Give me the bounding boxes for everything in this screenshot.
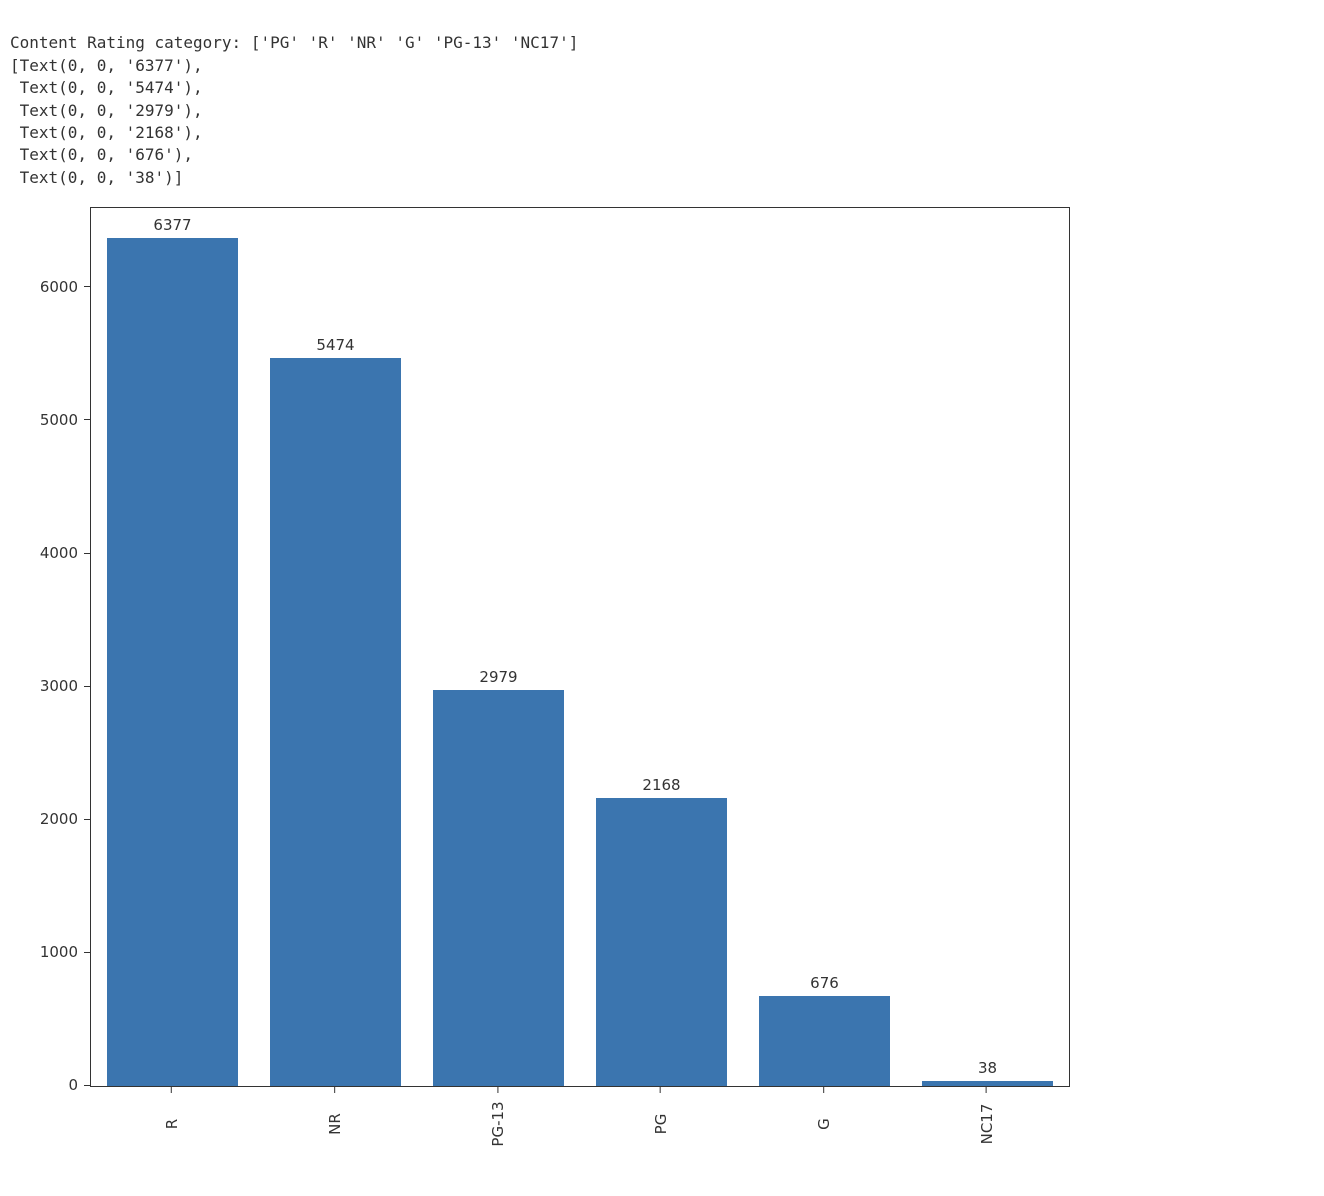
code-output-line: Text(0, 0, '2168'), (10, 123, 203, 142)
x-tick-mark (986, 1087, 987, 1093)
y-tick: 5000 (40, 411, 90, 429)
y-axis: 0100020003000400050006000 (20, 207, 90, 1087)
plot-area: 6377 5474 2979 2168 676 38 (90, 207, 1070, 1087)
bar-value-label: 38 (978, 1059, 997, 1077)
y-tick-label: 0 (68, 1076, 80, 1094)
y-tick-label: 1000 (40, 943, 80, 961)
y-tick: 1000 (40, 943, 90, 961)
x-tick-label: G (815, 1118, 833, 1130)
x-tick-mark (334, 1087, 335, 1093)
y-tick-label: 5000 (40, 411, 80, 429)
bar (759, 996, 889, 1086)
x-tick-mark (497, 1087, 498, 1093)
x-tick: PG (650, 1087, 671, 1133)
x-tick: NC17 (966, 1087, 1007, 1133)
bar-chart: 0 1000 2000 3000 4000 5000 6000 6377 5474 2979 21… (20, 197, 1080, 1157)
y-tick-label: 3000 (40, 677, 80, 695)
code-output-line: Text(0, 0, '676'), (10, 145, 193, 164)
x-tick-mark (660, 1087, 661, 1093)
x-tick-label: R (163, 1119, 181, 1129)
bar-value-label: 2168 (642, 776, 680, 794)
x-tick: R (166, 1087, 176, 1133)
x-tick-mark (171, 1087, 172, 1093)
x-tick-label: PG-13 (489, 1102, 507, 1147)
code-output-line: Text(0, 0, '5474'), (10, 78, 203, 97)
x-tick: PG-13 (475, 1087, 520, 1133)
bar-value-label: 2979 (479, 668, 517, 686)
code-output-line: Content Rating category: ['PG' 'R' 'NR' … (10, 33, 578, 52)
code-output-block: Content Rating category: ['PG' 'R' 'NR' … (10, 10, 1314, 189)
bar (107, 238, 237, 1086)
code-output-line: Text(0, 0, '2979'), (10, 101, 203, 120)
bar (596, 798, 726, 1086)
y-tick-label: 2000 (40, 810, 80, 828)
x-tick: NR (324, 1087, 346, 1133)
bar (270, 358, 400, 1086)
code-output-line: Text(0, 0, '38')] (10, 168, 183, 187)
x-tick-mark (823, 1087, 824, 1093)
bar-value-label: 6377 (153, 216, 191, 234)
y-tick: 6000 (40, 278, 90, 296)
bar-value-label: 5474 (316, 336, 354, 354)
y-tick-label: 6000 (40, 278, 80, 296)
code-output-line: [Text(0, 0, '6377'), (10, 56, 203, 75)
y-tick: 4000 (40, 544, 90, 562)
y-tick: 0 (68, 1076, 90, 1094)
bar (433, 690, 563, 1086)
bar-value-label: 676 (810, 974, 839, 992)
y-tick: 3000 (40, 677, 90, 695)
y-tick-label: 4000 (40, 544, 80, 562)
bars-group: 6377 5474 2979 2168 676 38 (91, 208, 1069, 1086)
x-axis: R NR PG-13 PG G NC17 (90, 1087, 1070, 1157)
x-tick-label: PG (652, 1114, 670, 1135)
x-tick-label: NR (326, 1113, 344, 1135)
bar (922, 1081, 1052, 1086)
x-tick: G (818, 1087, 830, 1133)
x-tick-label: NC17 (978, 1104, 996, 1145)
y-tick: 2000 (40, 810, 90, 828)
